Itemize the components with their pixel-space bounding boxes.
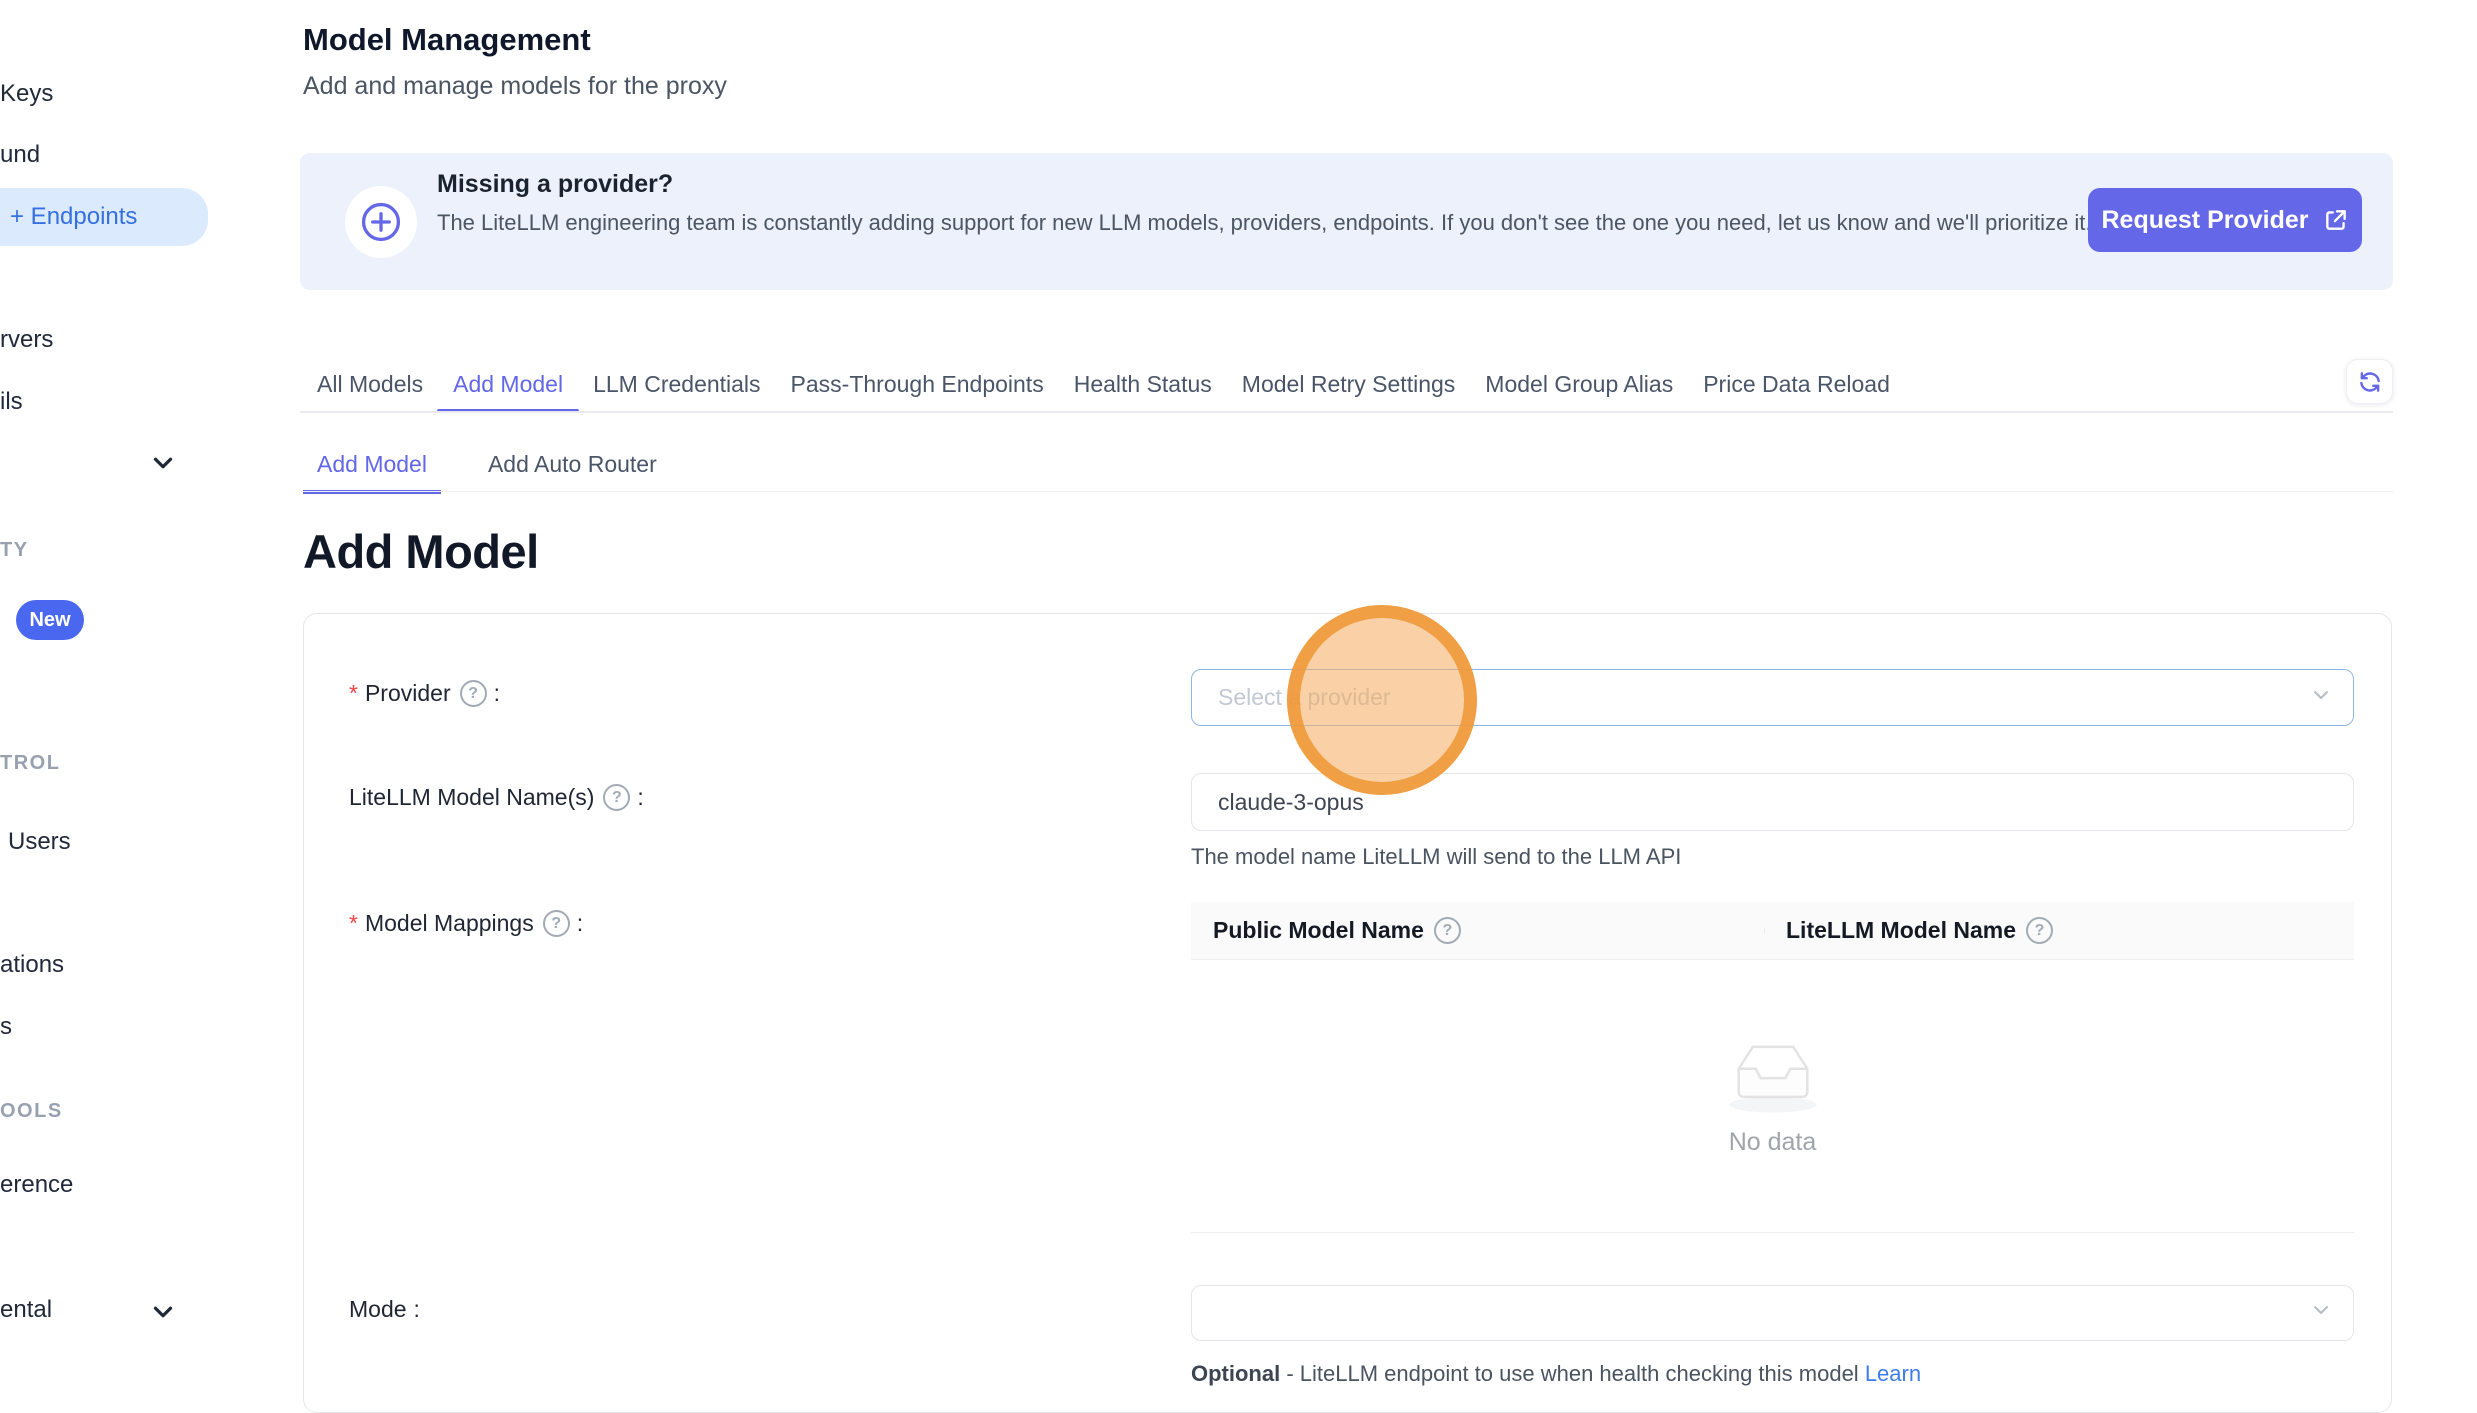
no-data-text: No data [1729,1128,1817,1157]
tab-add-model[interactable]: Add Model [453,371,563,398]
mode-select[interactable] [1191,1285,2354,1341]
model-name-value: claude-3-opus [1218,789,1364,816]
provider-select[interactable]: Select a provider [1191,669,2354,726]
new-badge: New [16,600,84,640]
model-name-input[interactable]: claude-3-opus [1191,773,2354,831]
add-model-heading: Add Model [303,524,539,579]
refresh-icon [2357,369,2383,395]
tabs-divider [300,411,2393,413]
mode-label: Mode : [349,1296,420,1323]
inbox-icon [1723,1036,1823,1114]
table-empty-state: No data [1191,960,2354,1233]
tab-health-status[interactable]: Health Status [1074,371,1212,398]
model-mappings-table: Public Model Name ? LiteLLM Model Name ?… [1191,902,2354,1233]
sidebar-item-label: + Endpoints [0,203,137,231]
help-icon[interactable]: ? [1434,917,1461,944]
model-name-helper: The model name LiteLLM will send to the … [1191,844,1681,870]
subtabs-divider [303,491,2393,492]
table-header: Public Model Name ? LiteLLM Model Name ? [1191,902,2354,960]
sidebar-item-models-endpoints-active[interactable]: + Endpoints [0,188,208,246]
request-provider-button[interactable]: Request Provider [2088,188,2362,252]
tab-all-models[interactable]: All Models [317,371,423,398]
tab-pass-through-endpoints[interactable]: Pass-Through Endpoints [791,371,1044,398]
sidebar-item-keys[interactable]: Keys [0,80,53,108]
chevron-down-icon [2309,683,2333,713]
sidebar-section-header: TROL [0,752,60,775]
sidebar: Keys und + Endpoints rvers ils TY New TR… [0,0,210,1385]
learn-link[interactable]: Learn [1865,1361,1921,1386]
sidebar-section-header: OOLS [0,1100,63,1123]
add-model-subtabs: Add Model Add Auto Router [317,437,657,491]
sidebar-item-experimental[interactable]: ental [0,1296,52,1324]
mode-helper: Optional - LiteLLM endpoint to use when … [1191,1361,1921,1387]
model-name-label: LiteLLM Model Name(s) ? : [349,784,644,811]
external-link-icon [2323,207,2349,233]
required-marker: * [349,910,358,937]
sidebar-item-playground[interactable]: und [0,141,40,169]
banner-body: The LiteLLM engineering team is constant… [437,208,2097,237]
sidebar-item-servers[interactable]: rvers [0,326,53,354]
missing-provider-banner: Missing a provider? The LiteLLM engineer… [300,153,2393,290]
model-mappings-label: * Model Mappings ? : [349,910,583,937]
model-tabs: All Models Add Model LLM Credentials Pas… [317,358,1890,411]
column-public-model-name: Public Model Name ? [1191,917,1764,944]
page-subtitle: Add and manage models for the proxy [303,72,727,101]
tab-model-retry-settings[interactable]: Model Retry Settings [1242,371,1455,398]
sidebar-item-organizations[interactable]: ations [0,951,64,979]
subtab-add-auto-router[interactable]: Add Auto Router [488,451,657,478]
refresh-button[interactable] [2346,359,2393,404]
plus-circle-icon [345,186,417,258]
column-litellm-model-name: LiteLLM Model Name ? [1764,917,2354,944]
chevron-down-icon [2309,1298,2333,1328]
help-icon[interactable]: ? [603,784,630,811]
banner-title: Missing a provider? [437,170,673,199]
page-title: Model Management [303,22,591,58]
sidebar-item-rails[interactable]: ils [0,388,23,416]
tab-llm-credentials[interactable]: LLM Credentials [593,371,760,398]
subtab-add-model[interactable]: Add Model [317,451,427,478]
help-icon[interactable]: ? [543,910,570,937]
chevron-down-icon[interactable] [148,448,178,478]
sidebar-item-users[interactable]: Users [8,828,71,856]
provider-placeholder: Select a provider [1218,684,1391,711]
sidebar-item-inference[interactable]: erence [0,1171,73,1199]
help-icon[interactable]: ? [460,680,487,707]
required-marker: * [349,680,358,707]
tab-price-data-reload[interactable]: Price Data Reload [1703,371,1890,398]
provider-label: * Provider ? : [349,680,500,707]
add-model-form-card: * Provider ? : Select a provider LiteLLM… [303,613,2392,1413]
sidebar-section-header: TY [0,539,29,562]
tab-model-group-alias[interactable]: Model Group Alias [1485,371,1673,398]
request-provider-label: Request Provider [2101,206,2308,235]
sidebar-item-teams[interactable]: s [0,1013,12,1041]
help-icon[interactable]: ? [2026,917,2053,944]
chevron-down-icon[interactable] [148,1297,178,1327]
